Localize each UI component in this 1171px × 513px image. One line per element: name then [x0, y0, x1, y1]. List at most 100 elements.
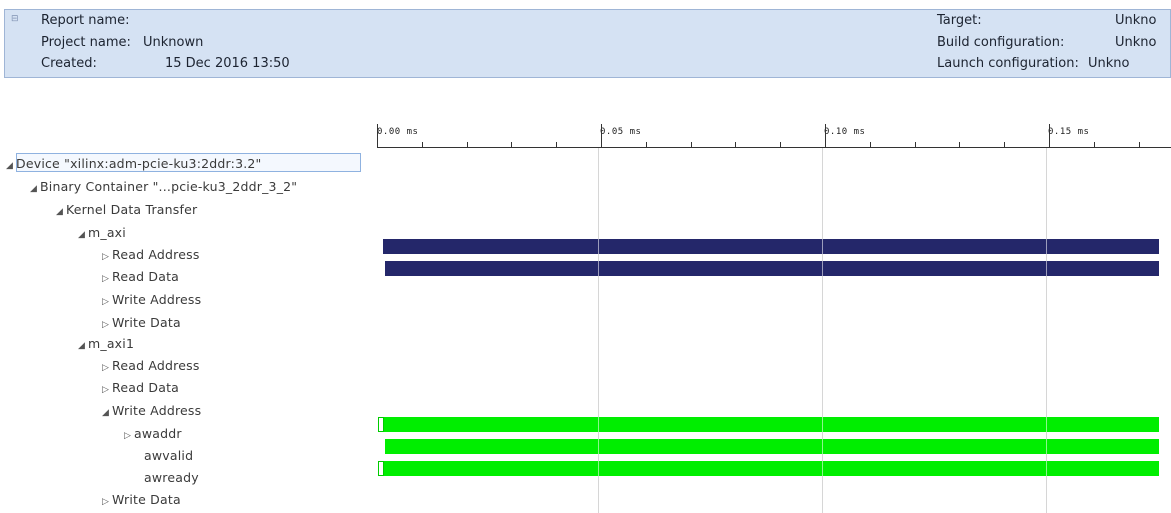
tree-item-label: Read Data — [112, 269, 180, 284]
report-name-row: Report name: — [41, 13, 129, 28]
project-name-row: Project name: Unknown — [41, 35, 203, 50]
bar-separator — [1046, 439, 1047, 454]
ruler-minor-tick — [646, 142, 647, 147]
ruler-minor-tick — [511, 142, 512, 147]
triangle-right-icon[interactable]: ▷ — [102, 297, 112, 307]
tree-item-label: Read Address — [112, 247, 200, 262]
ruler-minor-tick — [915, 142, 916, 147]
project-name-label: Project name: — [41, 35, 131, 50]
trace-bar-awvalid[interactable] — [385, 439, 1159, 454]
ruler-major-tick — [1049, 124, 1050, 147]
ruler-major-tick — [825, 124, 826, 147]
ruler-label-2: 0.10 ms — [824, 127, 866, 137]
trace-bar-awaddr[interactable] — [384, 417, 1159, 432]
tree-item-write-data[interactable]: ▷ Write Data — [102, 315, 181, 330]
tree-item-label: awready — [144, 470, 199, 485]
tree-item-m-axi[interactable]: ◢ m_axi — [78, 225, 126, 240]
bar-separator — [822, 461, 823, 476]
grid-line — [822, 148, 823, 513]
bar-separator — [822, 261, 823, 276]
bar-separator — [598, 439, 599, 454]
ruler-minor-tick — [959, 142, 960, 147]
triangle-right-icon[interactable]: ▷ — [102, 320, 112, 330]
tree-item-m-axi1[interactable]: ◢ m_axi1 — [78, 336, 134, 351]
ruler-minor-tick — [780, 142, 781, 147]
triangle-down-icon[interactable]: ◢ — [6, 161, 16, 171]
bar-separator — [1046, 461, 1047, 476]
ruler-minor-tick — [870, 142, 871, 147]
tree-item-device[interactable]: ◢ Device "xilinx:adm-pcie-ku3:2ddr:3.2" — [6, 153, 361, 172]
bar-separator — [822, 417, 823, 432]
tree-item-label: Write Address — [112, 403, 202, 418]
created-row: Created: 15 Dec 2016 13:50 — [41, 56, 290, 71]
bar-separator — [1046, 261, 1047, 276]
triangle-down-icon[interactable]: ◢ — [78, 230, 88, 240]
triangle-down-icon[interactable]: ◢ — [78, 341, 88, 351]
tree-item-write-address[interactable]: ▷ Write Address — [102, 292, 201, 307]
bar-separator — [822, 439, 823, 454]
timeline-area[interactable]: 0.00 ms 0.05 ms 0.10 ms 0.15 ms ◢ Device … — [0, 110, 1171, 513]
launch-config-label: Launch configuration: — [937, 56, 1079, 71]
project-name-value: Unknown — [143, 35, 204, 50]
target-value: Unkno — [1115, 13, 1157, 28]
triangle-right-icon[interactable]: ▷ — [102, 497, 112, 507]
trace-bar-read-address[interactable] — [383, 239, 1159, 254]
report-name-label: Report name: — [41, 13, 130, 28]
trace-bar-read-data[interactable] — [385, 261, 1159, 276]
tree-item-label: Read Address — [112, 358, 200, 373]
ruler-label-0: 0.00 ms — [377, 127, 419, 137]
ruler-minor-tick — [1004, 142, 1005, 147]
ruler-label-3: 0.15 ms — [1048, 127, 1090, 137]
created-value: 15 Dec 2016 13:50 — [165, 56, 290, 71]
tree-item-label: Kernel Data Transfer — [66, 202, 198, 217]
ruler-major-tick — [601, 124, 602, 147]
tree-item-awvalid[interactable]: awvalid — [134, 448, 193, 463]
ruler-minor-tick — [422, 142, 423, 147]
triangle-down-icon[interactable]: ◢ — [30, 184, 40, 194]
tree-item-read-address[interactable]: ▷ Read Address — [102, 358, 200, 373]
ruler-minor-tick — [1094, 142, 1095, 147]
tree-item-label: m_axi1 — [88, 336, 135, 351]
tree-item-label: m_axi — [88, 225, 126, 240]
tree-item-label: awvalid — [144, 448, 194, 463]
triangle-right-icon[interactable]: ▷ — [102, 363, 112, 373]
tree-item-binary-container[interactable]: ◢ Binary Container "...pcie-ku3_2ddr_3_2" — [30, 179, 297, 194]
tree-item-read-data[interactable]: ▷ Read Data — [102, 380, 179, 395]
triangle-right-icon[interactable]: ▷ — [102, 385, 112, 395]
bar-separator — [822, 239, 823, 254]
target-label: Target: — [937, 13, 982, 28]
triangle-down-icon[interactable]: ◢ — [102, 408, 112, 418]
ruler-minor-tick — [735, 142, 736, 147]
created-label: Created: — [41, 56, 97, 71]
tree-item-read-address[interactable]: ▷ Read Address — [102, 247, 200, 262]
triangle-right-icon[interactable]: ▷ — [102, 252, 112, 262]
tree-item-label: Write Data — [112, 315, 181, 330]
triangle-down-icon[interactable]: ◢ — [56, 207, 66, 217]
tree-item-label: awaddr — [134, 426, 182, 441]
tree-item-write-data[interactable]: ▷ Write Data — [102, 492, 181, 507]
tree-item-label: Read Data — [112, 380, 180, 395]
ruler-label-1: 0.05 ms — [600, 127, 642, 137]
tree-item-kernel-data-transfer[interactable]: ◢ Kernel Data Transfer — [56, 202, 197, 217]
grid-line — [1046, 148, 1047, 513]
build-config-value: Unkno — [1115, 35, 1157, 50]
tree-item-label: Binary Container "...pcie-ku3_2ddr_3_2" — [40, 179, 298, 194]
bar-separator — [598, 239, 599, 254]
ruler-major-tick — [377, 124, 378, 147]
bar-separator — [598, 461, 599, 476]
bar-separator — [1046, 239, 1047, 254]
tree-item-write-address[interactable]: ◢ Write Address — [102, 403, 201, 418]
triangle-right-icon[interactable]: ▷ — [102, 274, 112, 284]
triangle-right-icon[interactable]: ▷ — [124, 431, 134, 441]
launch-config-value: Unkno — [1088, 56, 1130, 71]
collapse-square-icon[interactable]: ⊟ — [11, 15, 19, 24]
tree-item-awaddr[interactable]: ▷ awaddr — [124, 426, 182, 441]
tree-item-awready[interactable]: awready — [134, 470, 199, 485]
trace-bar-awready[interactable] — [384, 461, 1159, 476]
tree-item-label: Write Address — [112, 292, 202, 307]
bar-separator — [1046, 417, 1047, 432]
tree-item-label: Device "xilinx:adm-pcie-ku3:2ddr:3.2" — [16, 156, 262, 171]
ruler-minor-tick — [467, 142, 468, 147]
target-row: Target: Unkno — [937, 13, 1156, 28]
tree-item-read-data[interactable]: ▷ Read Data — [102, 269, 179, 284]
